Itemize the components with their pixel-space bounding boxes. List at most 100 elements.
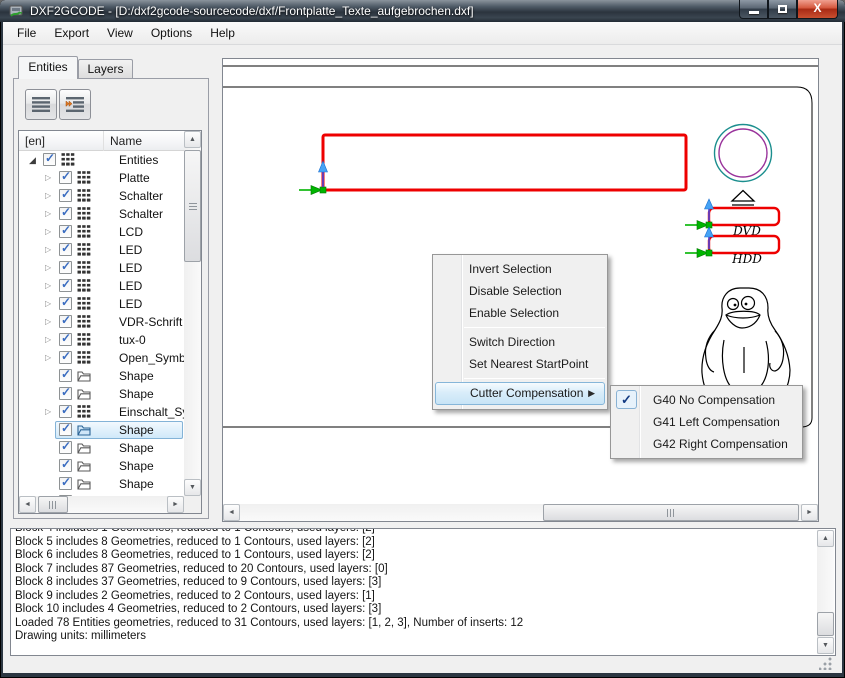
collapse-icon[interactable]: ◢	[29, 152, 41, 168]
tree-row[interactable]: ✓ Shape	[19, 367, 184, 385]
scroll-right-button[interactable]: ►	[167, 496, 184, 513]
maximize-button[interactable]	[768, 0, 797, 19]
tree-hscroll-thumb[interactable]	[38, 496, 68, 513]
tree-row[interactable]: ▷ ✓ LED	[19, 259, 184, 277]
menubar-item-view[interactable]: View	[98, 22, 142, 44]
tree-row[interactable]: ▷ ✓ Platte	[19, 169, 184, 187]
log-vscroll-thumb[interactable]	[817, 612, 834, 636]
checkbox[interactable]: ✓	[59, 241, 72, 256]
checkbox[interactable]: ✓	[59, 367, 72, 382]
tree-row[interactable]: ✓ Shape	[19, 475, 184, 493]
checkbox[interactable]: ✓	[59, 277, 72, 292]
checkbox[interactable]: ✓	[43, 151, 56, 166]
scroll-down-button[interactable]: ▼	[184, 479, 201, 496]
cd-circle-outer[interactable]	[713, 123, 773, 183]
context-menu-item-disable-selection[interactable]: Disable Selection	[433, 280, 607, 302]
tree-row[interactable]: ✓ Shape	[19, 457, 184, 475]
expand-icon[interactable]: ▷	[45, 404, 57, 420]
context-menu-item-cutter-compensation[interactable]: Cutter Compensation ▶	[435, 382, 605, 405]
tree-row[interactable]: ▷ ✓ LED	[19, 241, 184, 259]
tree-header-column-language[interactable]: [en]	[19, 131, 104, 151]
checkbox[interactable]: ✓	[59, 259, 72, 274]
title-bar[interactable]: DXF2GCODE - [D:/dxf2gcode-sourcecode/dxf…	[0, 0, 845, 22]
checkbox[interactable]: ✓	[59, 223, 72, 238]
submenu-item-g41[interactable]: G41 Left Compensation	[611, 411, 802, 433]
checkbox[interactable]: ✓	[59, 457, 72, 472]
menubar-item-export[interactable]: Export	[45, 22, 98, 44]
tree-vscroll-thumb[interactable]	[184, 150, 201, 262]
expand-icon[interactable]: ▷	[45, 332, 57, 348]
expand-icon[interactable]: ▷	[45, 278, 57, 294]
dvd-slot-rect[interactable]	[707, 206, 781, 227]
tree-row[interactable]: ▷ ✓ tux-0	[19, 331, 184, 349]
tree-row-selected[interactable]: ✓ Shape	[19, 421, 184, 439]
checkbox[interactable]: ✓	[59, 205, 72, 220]
tree-row[interactable]: ▷ ✓ Open_Symbol	[19, 349, 184, 367]
expand-icon[interactable]: ▷	[45, 206, 57, 222]
checkbox[interactable]: ✓	[59, 421, 72, 436]
cd-circle-inner[interactable]	[718, 128, 768, 178]
checkbox[interactable]: ✓	[59, 295, 72, 310]
tree-vscrollbar[interactable]: ▲ ▼	[184, 131, 201, 496]
hdd-slot-rect[interactable]	[707, 234, 781, 255]
log-output[interactable]: Block 4 includes 1 Geometries, reduced t…	[10, 528, 836, 656]
expand-icon[interactable]: ▷	[45, 296, 57, 312]
expand-icon[interactable]: ▷	[45, 350, 57, 366]
minimize-button[interactable]	[739, 0, 768, 19]
tree-header[interactable]: [en] Name	[19, 131, 184, 151]
checkbox[interactable]: ✓	[59, 493, 72, 496]
menubar-item-options[interactable]: Options	[142, 22, 201, 44]
checkbox[interactable]: ✓	[59, 313, 72, 328]
tux-drawing[interactable]	[701, 287, 791, 400]
tree-row[interactable]: ▷ ✓ Schalter	[19, 187, 184, 205]
checkbox[interactable]: ✓	[59, 169, 72, 184]
resize-grip[interactable]	[819, 657, 832, 670]
submenu-item-g42[interactable]: G42 Right Compensation	[611, 433, 802, 455]
checkbox[interactable]: ✓	[59, 331, 72, 346]
menubar-item-help[interactable]: Help	[201, 22, 244, 44]
tree-row[interactable]: ▷ ✓ LED	[19, 277, 184, 295]
log-vscrollbar[interactable]: ▲ ▼	[817, 530, 834, 654]
menubar-item-file[interactable]: File	[8, 22, 45, 44]
tree-row[interactable]: ◢ ✓ Entities	[19, 151, 184, 169]
checkbox[interactable]: ✓	[59, 475, 72, 490]
checkbox[interactable]: ✓	[59, 187, 72, 202]
collapse-all-button[interactable]	[25, 89, 57, 120]
tree-row[interactable]: ▷ ✓ Schalter	[19, 205, 184, 223]
expand-icon[interactable]: ▷	[45, 170, 57, 186]
scroll-up-button[interactable]: ▲	[184, 131, 201, 148]
context-menu-item-invert-selection[interactable]: Invert Selection	[433, 258, 607, 280]
tree-row[interactable]: ✓ Shape	[19, 439, 184, 457]
expand-icon[interactable]: ▷	[45, 224, 57, 240]
tab-layers[interactable]: Layers	[78, 59, 133, 79]
canvas-hscrollbar[interactable]: ◄ ►	[223, 504, 818, 521]
submenu-item-g40[interactable]: ✓ G40 No Compensation	[611, 389, 802, 411]
tree-row[interactable]: ▷ ✓ Einschalt_Symbol	[19, 403, 184, 421]
expand-icon[interactable]: ▷	[45, 314, 57, 330]
tree-row[interactable]: ▷ ✓ VDR-Schrift	[19, 313, 184, 331]
scroll-left-button[interactable]: ◄	[223, 504, 240, 521]
tree-header-column-name[interactable]: Name	[104, 131, 184, 151]
context-menu-item-switch-direction[interactable]: Switch Direction	[433, 331, 607, 353]
checkbox[interactable]: ✓	[59, 385, 72, 400]
expand-icon[interactable]: ▷	[45, 188, 57, 204]
tree-row[interactable]: ✓ Shape	[19, 385, 184, 403]
expand-icon[interactable]: ▷	[45, 260, 57, 276]
expand-all-button[interactable]	[59, 89, 91, 120]
tab-entities[interactable]: Entities	[18, 56, 78, 79]
expand-icon[interactable]: ▷	[45, 242, 57, 258]
scroll-left-button[interactable]: ◄	[19, 496, 36, 513]
context-menu-item-enable-selection[interactable]: Enable Selection	[433, 302, 607, 324]
checkbox[interactable]: ✓	[59, 349, 72, 364]
tree-hscrollbar[interactable]: ◄ ►	[19, 496, 184, 513]
canvas-hscroll-thumb[interactable]	[543, 504, 799, 521]
scroll-down-button[interactable]: ▼	[817, 637, 834, 654]
tree-row[interactable]: ▷ ✓ LED	[19, 295, 184, 313]
checkbox[interactable]: ✓	[59, 403, 72, 418]
context-menu-item-set-nearest-startpoint[interactable]: Set Nearest StartPoint	[433, 353, 607, 375]
scroll-up-button[interactable]: ▲	[817, 530, 834, 547]
tree-row[interactable]: ▷ ✓ LCD	[19, 223, 184, 241]
close-button[interactable]: X	[797, 0, 838, 19]
selected-shape-rect[interactable]	[321, 133, 688, 192]
scroll-right-button[interactable]: ►	[801, 504, 818, 521]
